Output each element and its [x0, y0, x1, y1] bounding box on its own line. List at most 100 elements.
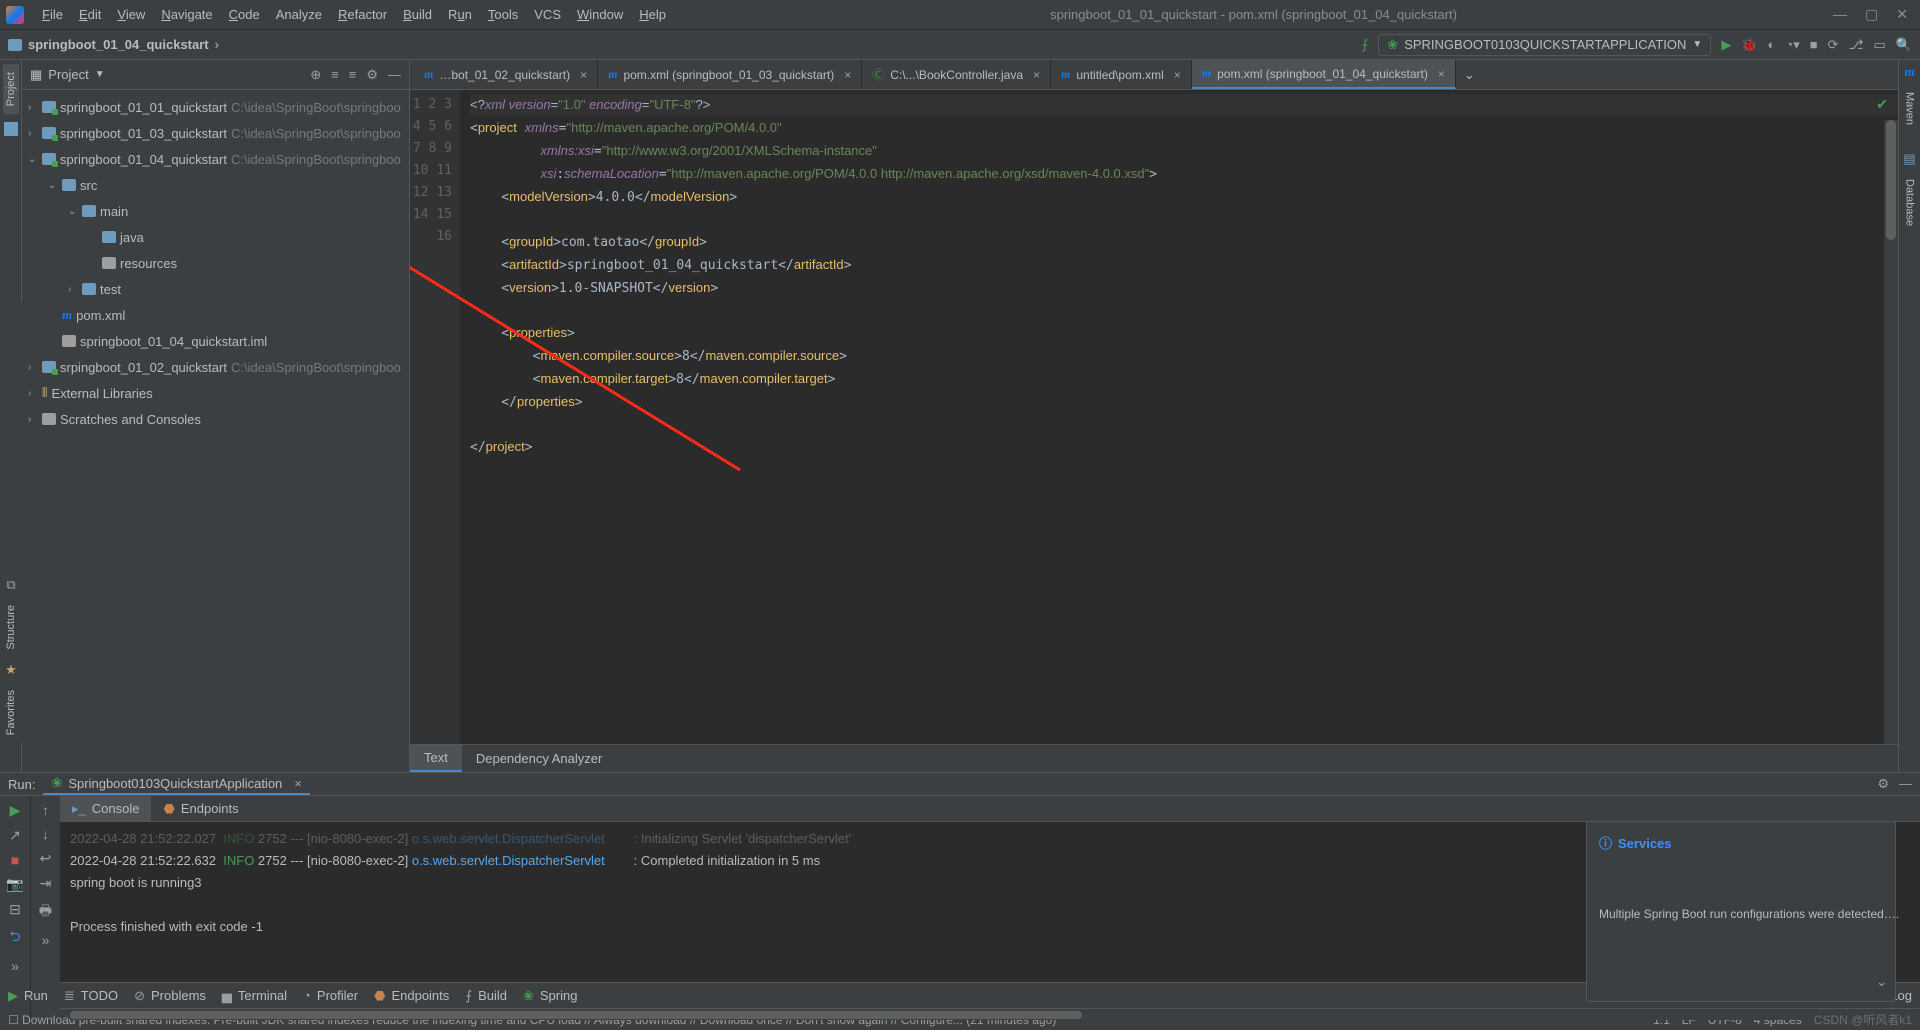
editor-tab[interactable]: mpom.xml (springboot_01_03_quickstart)×: [598, 60, 862, 89]
close-tab-icon[interactable]: ×: [1174, 68, 1181, 82]
favorites-tool-tab[interactable]: Favorites: [3, 682, 19, 743]
print-icon[interactable]: 🖶: [39, 900, 52, 924]
tree-node[interactable]: ›test: [22, 276, 409, 302]
menu-help[interactable]: Help: [631, 0, 674, 30]
breadcrumb[interactable]: springboot_01_04_quickstart ›: [8, 37, 219, 52]
stop-button[interactable]: ■: [1810, 37, 1818, 52]
tree-node[interactable]: ›srpingboot_01_02_quickstart C:\idea\Spr…: [22, 354, 409, 380]
editor-tab[interactable]: mpom.xml (springboot_01_04_quickstart)×: [1192, 60, 1456, 89]
menu-navigate[interactable]: Navigate: [153, 0, 220, 30]
debug-button[interactable]: 🐞: [1741, 37, 1757, 53]
locate-icon[interactable]: ⊕: [310, 67, 321, 83]
menu-window[interactable]: Window: [569, 0, 631, 30]
more-icon[interactable]: »: [11, 958, 19, 974]
endpoints-tab[interactable]: ⬣ Endpoints: [151, 796, 250, 821]
settings-icon[interactable]: ⚙: [366, 67, 378, 83]
menu-run[interactable]: Run: [440, 0, 480, 30]
exit-icon[interactable]: ⮌: [9, 926, 20, 950]
run-hide-icon[interactable]: —: [1899, 776, 1912, 792]
tree-node[interactable]: mpom.xml: [22, 302, 409, 328]
avatar-icon[interactable]: ▭: [1874, 37, 1886, 53]
menu-code[interactable]: Code: [221, 0, 268, 30]
more-tabs[interactable]: ⌄: [1456, 60, 1483, 89]
expand-icon[interactable]: ›: [28, 414, 42, 425]
run-config-selector[interactable]: ❀ SPRINGBOOT0103QUICKSTARTAPPLICATION ▼: [1378, 34, 1711, 56]
expand-icon[interactable]: ›: [28, 102, 42, 113]
tree-node[interactable]: ›springboot_01_01_quickstart C:\idea\Spr…: [22, 94, 409, 120]
editor-tab[interactable]: ⒸC:\...\BookController.java×: [862, 60, 1051, 89]
editor-scrollbar[interactable]: [1884, 120, 1898, 744]
update-button[interactable]: ⟳: [1828, 37, 1839, 53]
maven-tool-tab[interactable]: Maven: [1902, 84, 1918, 133]
expand-icon[interactable]: ⌄: [48, 180, 62, 191]
close-tab-icon[interactable]: ×: [844, 68, 851, 82]
expand-icon[interactable]: ›: [28, 388, 42, 399]
stop-icon[interactable]: ■: [11, 852, 19, 868]
clear-icon[interactable]: »: [42, 932, 50, 948]
menu-analyze[interactable]: Analyze: [268, 0, 330, 30]
coverage-button[interactable]: ◐: [1768, 37, 1776, 52]
expand-icon[interactable]: ≡: [331, 67, 339, 83]
menu-refactor[interactable]: Refactor: [330, 0, 395, 30]
project-tree[interactable]: ›springboot_01_01_quickstart C:\idea\Spr…: [22, 90, 409, 436]
scroll-icon[interactable]: ⇥: [40, 875, 52, 892]
expand-icon[interactable]: ›: [28, 362, 42, 373]
maximize-button[interactable]: ▢: [1865, 6, 1878, 23]
search-everywhere-icon[interactable]: 🔍: [1896, 37, 1912, 53]
profile-button[interactable]: ◔▾: [1785, 37, 1799, 53]
dump-icon[interactable]: 📷: [6, 876, 23, 893]
tree-node[interactable]: resources: [22, 250, 409, 276]
run-settings-icon[interactable]: ⚙: [1877, 776, 1889, 792]
database-tool-tab[interactable]: Database: [1902, 171, 1918, 234]
editor-tab[interactable]: muntitled\pom.xml×: [1051, 60, 1192, 89]
git-icon[interactable]: ⎇: [1849, 37, 1864, 53]
console-tab[interactable]: ▸_ Console: [60, 796, 151, 821]
menu-edit[interactable]: Edit: [71, 0, 109, 30]
editor-text-tab[interactable]: Text: [410, 745, 462, 772]
expand-icon[interactable]: ›: [68, 284, 82, 295]
menu-build[interactable]: Build: [395, 0, 440, 30]
editor-tab[interactable]: m…bot_01_02_quickstart)×: [414, 60, 598, 89]
tree-node[interactable]: springboot_01_04_quickstart.iml: [22, 328, 409, 354]
status-tip-icon[interactable]: ☐: [8, 1013, 19, 1027]
source-code[interactable]: <?xml version="1.0" encoding="UTF-8"?> <…: [460, 90, 1898, 744]
console-h-scrollbar[interactable]: [70, 1010, 1910, 1020]
inspection-ok-icon[interactable]: ✔: [1876, 96, 1888, 113]
console-output[interactable]: 2022-04-28 21:52:22.027 INFO 2752 --- [n…: [60, 822, 1920, 1010]
tree-node[interactable]: ›Scratches and Consoles: [22, 406, 409, 432]
services-notification[interactable]: ⓘServices Multiple Spring Boot run confi…: [1586, 822, 1896, 1002]
menu-vcs[interactable]: VCS: [526, 0, 569, 30]
wrap-icon[interactable]: ↩: [40, 850, 52, 867]
expand-icon[interactable]: ⌄: [68, 206, 82, 217]
project-tool-tab[interactable]: Project: [3, 64, 19, 114]
menu-file[interactable]: File: [34, 0, 71, 30]
run-config-tab[interactable]: ❀ Springboot0103QuickstartApplication ×: [43, 773, 309, 795]
close-tab-icon[interactable]: ×: [1438, 67, 1445, 81]
close-tab-icon[interactable]: ×: [1033, 68, 1040, 82]
tree-node[interactable]: ⌄src: [22, 172, 409, 198]
down-icon[interactable]: ↓: [42, 826, 49, 842]
menu-tools[interactable]: Tools: [480, 0, 526, 30]
run-tool-icon[interactable]: ↗: [9, 827, 21, 844]
expand-icon[interactable]: ⌄: [28, 154, 42, 165]
layout-icon[interactable]: ⊟: [9, 901, 21, 918]
rerun-icon[interactable]: ▶: [10, 802, 21, 819]
run-button[interactable]: ▶: [1721, 37, 1731, 53]
project-panel-title[interactable]: Project: [48, 67, 88, 82]
collapse-icon[interactable]: ≡: [349, 67, 357, 83]
chevron-down-icon[interactable]: ⌄: [1876, 971, 1887, 993]
close-tab-icon[interactable]: ×: [580, 68, 587, 82]
close-button[interactable]: ✕: [1896, 6, 1908, 23]
hide-icon[interactable]: —: [388, 67, 401, 83]
build-icon[interactable]: ⨍: [1362, 37, 1369, 53]
chevron-down-icon[interactable]: ▼: [95, 69, 105, 80]
tree-node[interactable]: java: [22, 224, 409, 250]
code-area[interactable]: 1 2 3 4 5 6 7 8 9 10 11 12 13 14 15 16 <…: [410, 90, 1898, 744]
tree-node[interactable]: ›⫴External Libraries: [22, 380, 409, 406]
tree-node[interactable]: ›springboot_01_03_quickstart C:\idea\Spr…: [22, 120, 409, 146]
editor-dependency-tab[interactable]: Dependency Analyzer: [462, 745, 616, 772]
run-tool-button[interactable]: ▶Run: [8, 988, 48, 1004]
tree-node[interactable]: ⌄main: [22, 198, 409, 224]
structure-tool-tab[interactable]: Structure: [3, 597, 19, 658]
menu-view[interactable]: View: [109, 0, 153, 30]
